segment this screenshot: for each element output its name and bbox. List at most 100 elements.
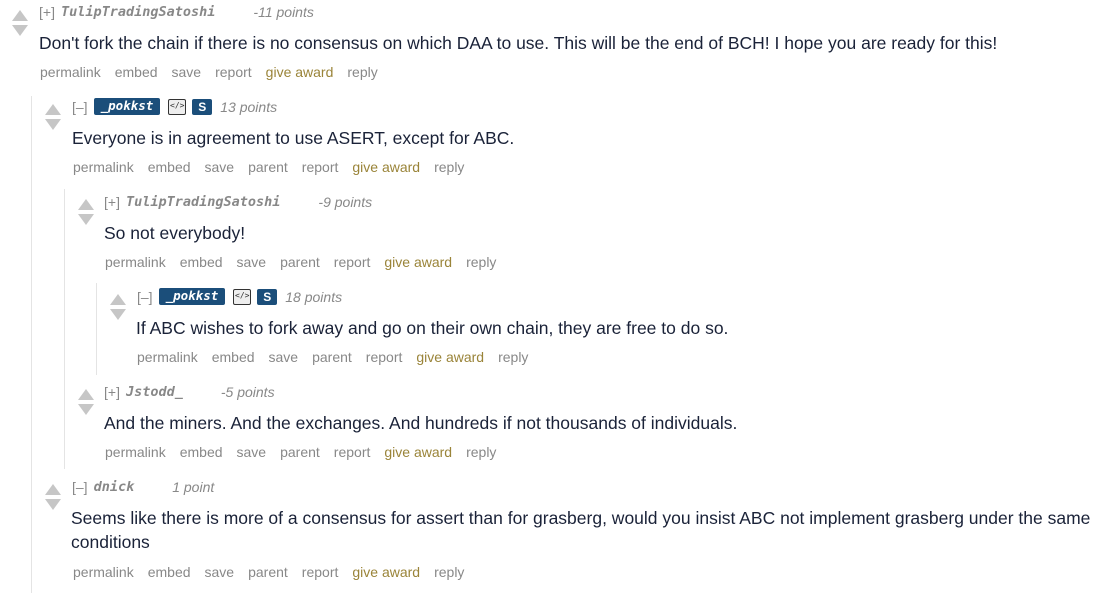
downvote-arrow-icon[interactable] <box>45 119 61 130</box>
permalink-link[interactable]: permalink <box>105 444 166 460</box>
score: 1 point <box>172 479 215 495</box>
score: 13 points <box>220 98 278 115</box>
comment-tagline: [–] _pokkst S 13 points <box>72 98 277 115</box>
give-award-link[interactable]: give award <box>352 159 420 175</box>
save-link[interactable]: save <box>237 444 267 460</box>
author-link[interactable]: TulipTradingSatoshi <box>61 4 215 20</box>
comment-buttons: permalink embed save parent report give award… <box>73 159 478 175</box>
upvote-arrow-icon[interactable] <box>110 294 126 305</box>
permalink-link[interactable]: permalink <box>73 159 134 175</box>
comment-buttons: permalink embed save parent report give award… <box>105 254 510 270</box>
report-link[interactable]: report <box>302 159 339 175</box>
flair-badge: S <box>257 288 278 305</box>
comment-tagline: [+] Jstodd_ -5 points <box>104 384 275 400</box>
code-flair-icon <box>168 98 187 115</box>
downvote-arrow-icon[interactable] <box>110 309 126 320</box>
reply-link[interactable]: reply <box>498 349 528 365</box>
expand-toggle[interactable]: [+] <box>39 4 55 20</box>
vote-arrows <box>108 294 128 328</box>
comment-body: Everyone is in agreement to use ASERT, e… <box>72 128 515 148</box>
collapse-toggle[interactable]: [–] <box>137 289 153 305</box>
parent-link[interactable]: parent <box>312 349 352 365</box>
embed-link[interactable]: embed <box>115 64 158 80</box>
author-link[interactable]: dnick <box>94 479 135 495</box>
expand-toggle[interactable]: [+] <box>104 384 120 400</box>
embed-link[interactable]: embed <box>180 254 223 270</box>
embed-link[interactable]: embed <box>212 349 255 365</box>
comment-buttons: permalink embed save report give award reply <box>40 64 392 80</box>
give-award-link[interactable]: give award <box>416 349 484 365</box>
embed-link[interactable]: embed <box>180 444 223 460</box>
downvote-arrow-icon[interactable] <box>12 25 28 36</box>
collapse-toggle[interactable]: [–] <box>72 479 88 495</box>
downvote-arrow-icon[interactable] <box>45 499 61 510</box>
permalink-link[interactable]: permalink <box>40 64 101 80</box>
give-award-link[interactable]: give award <box>384 254 452 270</box>
parent-link[interactable]: parent <box>248 159 288 175</box>
vote-arrows <box>76 389 96 423</box>
author-link[interactable]: Jstodd_ <box>126 384 183 400</box>
downvote-arrow-icon[interactable] <box>78 214 94 225</box>
parent-link[interactable]: parent <box>280 254 320 270</box>
collapse-toggle[interactable]: [–] <box>72 99 88 115</box>
score: -11 points <box>253 4 314 20</box>
parent-link[interactable]: parent <box>248 564 288 580</box>
parent-link[interactable]: parent <box>280 444 320 460</box>
save-link[interactable]: save <box>205 564 235 580</box>
expand-toggle[interactable]: [+] <box>104 194 120 210</box>
comment-tagline: [+] TulipTradingSatoshi -9 points <box>104 194 372 210</box>
comment-body: And the miners. And the exchanges. And h… <box>104 413 738 433</box>
thread-rail-level-3[interactable] <box>96 283 97 375</box>
author-link[interactable]: _pokkst <box>93 98 161 115</box>
upvote-arrow-icon[interactable] <box>78 199 94 210</box>
save-link[interactable]: save <box>172 64 202 80</box>
upvote-arrow-icon[interactable] <box>12 10 28 21</box>
score: 18 points <box>285 288 343 305</box>
report-link[interactable]: report <box>334 444 371 460</box>
reply-link[interactable]: reply <box>434 159 464 175</box>
comment-buttons: permalink embed save parent report give award… <box>73 564 478 580</box>
comment-buttons: permalink embed save parent report give award… <box>105 444 510 460</box>
thread-rail-level-1[interactable] <box>31 96 32 593</box>
permalink-link[interactable]: permalink <box>105 254 166 270</box>
comment-buttons: permalink embed save parent report give award… <box>137 349 542 365</box>
author-link[interactable]: TulipTradingSatoshi <box>126 194 280 210</box>
upvote-arrow-icon[interactable] <box>45 104 61 115</box>
give-award-link[interactable]: give award <box>266 64 334 80</box>
upvote-arrow-icon[interactable] <box>78 389 94 400</box>
comment-body: So not everybody! <box>104 223 246 243</box>
reply-link[interactable]: reply <box>347 64 377 80</box>
report-link[interactable]: report <box>334 254 371 270</box>
vote-arrows <box>76 199 96 233</box>
permalink-link[interactable]: permalink <box>137 349 198 365</box>
thread-rail-level-2[interactable] <box>64 189 65 469</box>
reply-link[interactable]: reply <box>466 444 496 460</box>
permalink-link[interactable]: permalink <box>73 564 134 580</box>
code-flair-icon <box>233 288 252 305</box>
save-link[interactable]: save <box>205 159 235 175</box>
comment-tagline: [–] dnick 1 point <box>72 479 214 495</box>
comment-body: Seems like there is more of a consensus … <box>71 508 1091 552</box>
report-link[interactable]: report <box>215 64 252 80</box>
save-link[interactable]: save <box>237 254 267 270</box>
give-award-link[interactable]: give award <box>352 564 420 580</box>
report-link[interactable]: report <box>366 349 403 365</box>
score: -9 points <box>318 194 373 210</box>
embed-link[interactable]: embed <box>148 564 191 580</box>
report-link[interactable]: report <box>302 564 339 580</box>
comment-tagline: [–] _pokkst S 18 points <box>137 288 342 305</box>
give-award-link[interactable]: give award <box>384 444 452 460</box>
author-link[interactable]: _pokkst <box>158 288 226 305</box>
embed-link[interactable]: embed <box>148 159 191 175</box>
upvote-arrow-icon[interactable] <box>45 484 61 495</box>
score: -5 points <box>220 384 275 400</box>
flair-badge: S <box>192 98 213 115</box>
comment-tagline: [+] TulipTradingSatoshi -11 points <box>39 4 314 20</box>
vote-arrows <box>43 484 63 518</box>
downvote-arrow-icon[interactable] <box>78 404 94 415</box>
reply-link[interactable]: reply <box>466 254 496 270</box>
save-link[interactable]: save <box>269 349 299 365</box>
reply-link[interactable]: reply <box>434 564 464 580</box>
vote-arrows <box>10 10 30 44</box>
vote-arrows <box>43 104 63 138</box>
